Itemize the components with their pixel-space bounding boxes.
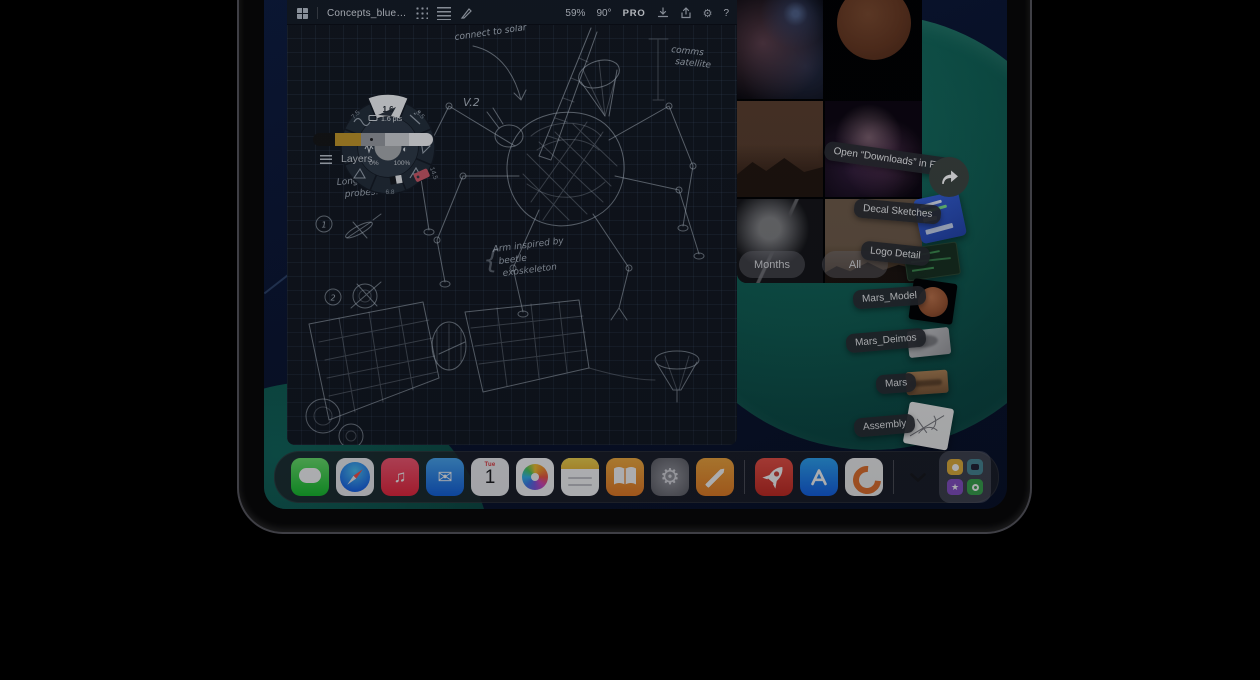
pro-badge[interactable]: PRO [623,8,646,19]
swatch-gray[interactable] [361,133,385,146]
layers-menu-icon [320,155,332,164]
notes-icon [561,458,599,469]
color-palette-bar[interactable] [313,133,433,146]
messages-bubble-icon [299,468,321,483]
photos-flower-icon [522,464,548,490]
annotation-arm-2: beetle [498,254,528,267]
share-arrow-icon [938,167,960,187]
dock-app-concepts[interactable] [845,458,883,496]
active-size-value: 1.6 [382,105,394,114]
layers-button[interactable]: Layers [320,153,373,165]
share-forward-button[interactable] [929,157,969,197]
concepts-app-window: connect to solar comms satellite V.2 Lon… [287,0,737,445]
dock-app-messages[interactable] [291,458,329,496]
size-bottom: 6.8 [385,189,394,196]
import-icon[interactable] [657,7,669,19]
dock-app-appstore[interactable] [800,458,838,496]
document-title[interactable]: Concepts_blue… [327,8,407,19]
pen-icon [705,467,726,488]
dock-app-rocket[interactable] [755,458,793,496]
settings-gear-icon[interactable]: ⚙ [703,7,713,20]
annotation-arm-1: Arm inspired by [491,236,565,255]
swatch-gold[interactable] [335,133,361,146]
rocket-icon [755,458,793,496]
help-button[interactable]: ? [723,8,729,19]
toolbar-divider [317,7,318,19]
appstore-icon [800,458,838,496]
star-mini-icon: ★ [947,479,963,495]
tips-mini-icon [947,459,963,475]
layer-stack-icon[interactable] [437,7,451,20]
dock-app-mail[interactable]: ✉ [426,458,464,496]
export-share-icon[interactable] [680,7,692,19]
annotation-marker-2: 2 [330,294,335,303]
precision-dots-icon[interactable] [416,7,428,19]
dock: ♫ ✉ Tue 1 ⚙ [274,451,999,503]
ipad-screen: connect to solar comms satellite V.2 Lon… [264,0,1007,509]
annotation-comms-2: satellite [675,57,712,71]
swatch-black[interactable] [313,133,335,146]
layers-label: Layers [341,153,373,165]
dock-divider [744,460,745,494]
size-right: 14.5 [428,166,439,181]
dock-app-pages[interactable] [696,458,734,496]
brush-tool-wheel[interactable]: 1.6 7.5 3.5 14.5 6.8 1.6 pts ◐ 0% 100% [310,22,466,207]
calendar-day: 1 [471,467,509,489]
segment-months-label: Months [754,259,790,271]
mail-envelope-icon: ✉ [426,458,464,496]
dock-app-music[interactable]: ♫ [381,458,419,496]
selected-swatch-dot [370,138,373,141]
stroke-width-value: 1.6 pts [381,116,403,123]
ipad-device: connect to solar comms satellite V.2 Lon… [237,0,1032,534]
concepts-c-icon [847,460,883,496]
pen-mode-icon[interactable] [460,7,473,20]
swatch-white[interactable] [409,133,433,146]
zoom-level[interactable]: 59% [565,8,585,19]
dock-app-photos[interactable] [516,458,554,496]
dock-app-books[interactable] [606,458,644,496]
dock-app-settings[interactable]: ⚙ [651,458,689,496]
chevron-down-icon [910,473,926,482]
ring-mini-icon [967,479,983,495]
dock-app-calendar[interactable]: Tue 1 [471,458,509,496]
stage: connect to solar comms satellite V.2 Lon… [0,0,1260,680]
rotation-value[interactable]: 90° [596,8,611,19]
dock-app-safari[interactable] [336,458,374,496]
annotation-marker-1: 1 [321,221,326,230]
workspace-grid-icon[interactable] [297,8,308,19]
swatch-lightgray[interactable] [385,133,409,146]
music-note-icon: ♫ [381,458,419,496]
dock-divider-2 [893,460,894,494]
opacity-max: 100% [394,160,411,167]
dock-chevron-button[interactable] [904,463,932,491]
drag-label-mars[interactable]: Mars [875,373,916,395]
camera-mini-icon [967,459,983,475]
dock-app-library[interactable]: ★ [939,451,991,503]
books-icon [606,458,644,496]
dock-app-notes[interactable] [561,458,599,496]
segment-months[interactable]: Months [739,251,805,278]
segment-all-label: All [849,259,861,271]
settings-gear-app-icon: ⚙ [651,458,689,496]
